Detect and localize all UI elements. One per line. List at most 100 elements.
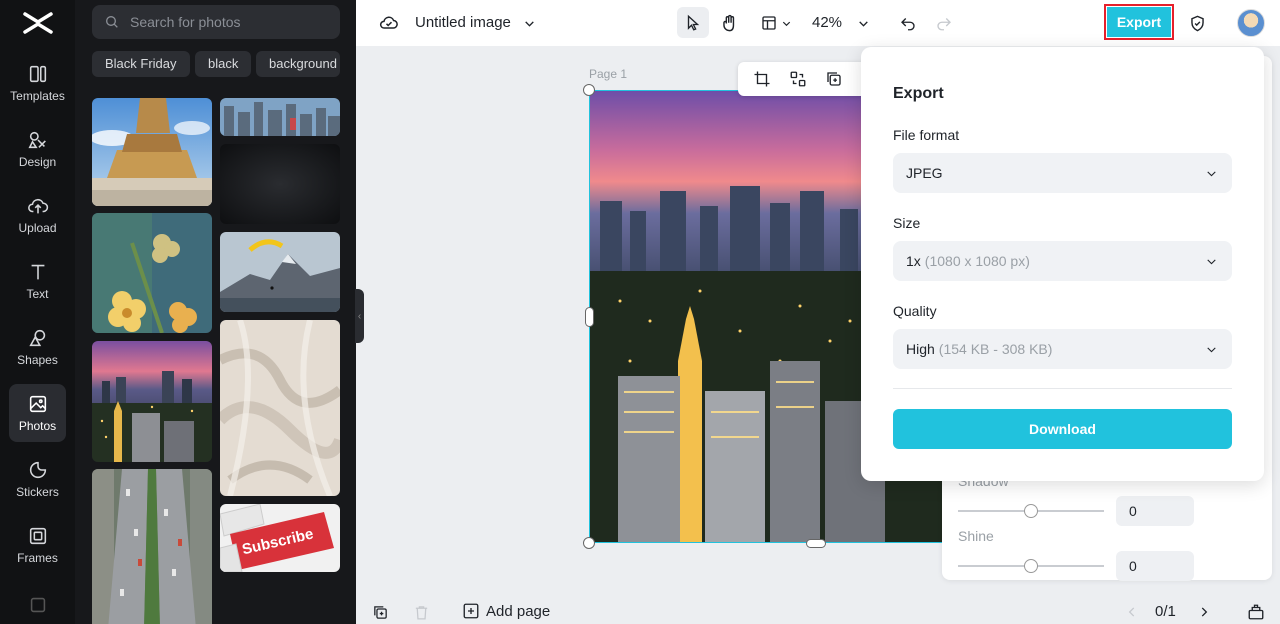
- shine-value-input[interactable]: 0: [1116, 551, 1194, 581]
- bottom-bar: Add page 0/1: [356, 600, 1280, 624]
- photo-thumb-city-skyline[interactable]: [220, 98, 340, 136]
- rail-item-shapes[interactable]: Shapes: [9, 318, 66, 376]
- rail-label-stickers: Stickers: [16, 485, 59, 499]
- hand-icon: [722, 14, 734, 31]
- top-bar: Untitled image 42% Export: [356, 0, 1280, 46]
- photo-thumb-silk-fabric[interactable]: [220, 320, 340, 496]
- add-page-button[interactable]: Add page: [462, 602, 550, 620]
- export-title: Export: [893, 85, 944, 102]
- rail-label-photos: Photos: [18, 419, 57, 433]
- zoom-chevron-down-icon[interactable]: [855, 15, 871, 31]
- rail-item-frames[interactable]: Frames: [9, 516, 66, 574]
- size-hint: (1080 x 1080 px): [924, 253, 1030, 269]
- file-format-select[interactable]: JPEG: [893, 153, 1232, 193]
- chevron-down-icon: [1207, 259, 1216, 265]
- page-count: 0/1: [1155, 603, 1176, 620]
- rail-item-design[interactable]: Design: [9, 120, 66, 178]
- shadow-slider-knob[interactable]: [1024, 504, 1038, 518]
- add-layer-button[interactable]: [371, 603, 389, 621]
- rail-label-design: Design: [18, 155, 57, 169]
- file-format-value: JPEG: [906, 165, 943, 181]
- trash-icon: [415, 605, 427, 620]
- search-input[interactable]: [130, 14, 330, 30]
- templates-icon: [29, 65, 46, 83]
- photos-icon: [29, 395, 46, 413]
- document-title[interactable]: Untitled image: [415, 14, 511, 31]
- resize-handle-left[interactable]: [585, 307, 594, 327]
- rail-item-stickers[interactable]: Stickers: [9, 450, 66, 508]
- quality-value: High: [906, 341, 935, 357]
- photo-thumb-city-night[interactable]: [92, 341, 212, 462]
- photo-thumb-subscribe-keyboard[interactable]: Subscribe: [220, 504, 340, 572]
- shine-slider-knob[interactable]: [1024, 559, 1038, 573]
- rail-item-text[interactable]: Text: [9, 252, 66, 310]
- photo-thumb-aerial-road[interactable]: [92, 469, 212, 624]
- cloud-save-icon[interactable]: [378, 12, 400, 34]
- prev-page-button[interactable]: [1124, 604, 1140, 620]
- title-chevron-down-icon[interactable]: [521, 15, 537, 31]
- chip-black-friday[interactable]: Black Friday: [92, 51, 190, 77]
- hand-tool-button[interactable]: [716, 10, 742, 36]
- chip-black[interactable]: black: [195, 51, 252, 77]
- undo-button[interactable]: [897, 12, 919, 34]
- rail-label-upload: Upload: [18, 221, 57, 235]
- file-format-label: File format: [893, 127, 960, 143]
- stickers-icon: [29, 461, 46, 479]
- download-button[interactable]: Download: [893, 409, 1232, 449]
- rail-item-photos[interactable]: Photos: [9, 384, 66, 442]
- image-quick-toolbar: [738, 62, 870, 96]
- add-page-icon: [463, 603, 479, 619]
- redo-button[interactable]: [933, 12, 955, 34]
- shapes-icon: [28, 329, 45, 347]
- quality-select[interactable]: High (154 KB - 308 KB): [893, 329, 1232, 369]
- export-button[interactable]: Export: [1104, 4, 1174, 40]
- resize-handle-bottom[interactable]: [806, 539, 826, 548]
- user-avatar[interactable]: [1237, 9, 1265, 37]
- size-label: Size: [893, 215, 921, 231]
- chip-background[interactable]: background: [256, 51, 340, 77]
- photo-search[interactable]: [92, 5, 340, 39]
- shadow-value-input[interactable]: 0: [1116, 496, 1194, 526]
- capcut-logo-icon[interactable]: [22, 8, 54, 38]
- rail-item-more[interactable]: [9, 590, 66, 620]
- photo-thumb-paraglider-mountain[interactable]: [220, 232, 340, 312]
- rail-item-upload[interactable]: Upload: [9, 186, 66, 244]
- replace-icon: [790, 71, 806, 87]
- delete-page-button[interactable]: [412, 603, 430, 621]
- resize-handle-top-left[interactable]: [583, 84, 595, 96]
- rail-item-templates[interactable]: Templates: [9, 54, 66, 112]
- layout-menu-button[interactable]: [756, 10, 796, 36]
- search-icon: [106, 16, 118, 28]
- photo-thumb-statue[interactable]: [92, 98, 212, 206]
- replace-button[interactable]: [789, 70, 807, 88]
- zoom-level[interactable]: 42%: [812, 14, 842, 31]
- crop-button[interactable]: [753, 70, 771, 88]
- size-select[interactable]: 1x (1080 x 1080 px): [893, 241, 1232, 281]
- photo-thumb-dark-texture[interactable]: [220, 144, 340, 224]
- pages-icon: [1248, 604, 1264, 620]
- shield-button[interactable]: [1185, 11, 1209, 35]
- layout-chevron-down-icon: [782, 21, 791, 26]
- more-apps-icon: [30, 597, 45, 613]
- chevron-down-icon: [1207, 347, 1216, 353]
- next-page-button[interactable]: [1196, 604, 1212, 620]
- duplicate-button[interactable]: [825, 70, 843, 88]
- select-tool-button[interactable]: [677, 7, 709, 38]
- quality-hint: (154 KB - 308 KB): [938, 341, 1053, 357]
- chevron-right-icon: [1201, 607, 1208, 617]
- add-page-label: Add page: [486, 602, 551, 620]
- size-value: 1x: [906, 253, 921, 269]
- page-manager-button[interactable]: [1246, 603, 1266, 621]
- undo-icon: [901, 18, 915, 31]
- rail-label-frames: Frames: [17, 551, 58, 565]
- shine-slider[interactable]: [958, 559, 1104, 573]
- panel-collapse-handle[interactable]: ‹: [355, 289, 364, 343]
- design-icon: [27, 131, 46, 149]
- photo-thumb-yellow-flowers[interactable]: [92, 213, 212, 333]
- resize-handle-bottom-left[interactable]: [583, 537, 595, 549]
- photos-panel: Black Friday black background: [75, 0, 356, 624]
- shadow-slider[interactable]: [958, 504, 1104, 518]
- chevron-down-icon: [1207, 171, 1216, 177]
- rail-label-templates: Templates: [10, 89, 65, 103]
- cursor-icon: [687, 14, 700, 31]
